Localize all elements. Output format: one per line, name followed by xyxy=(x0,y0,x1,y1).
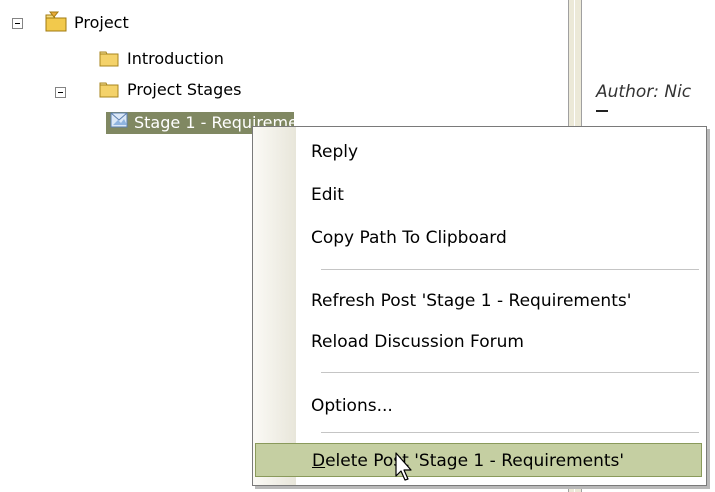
collapse-project-stages-toggle[interactable] xyxy=(55,87,66,98)
truncated-text-fragment xyxy=(596,110,608,118)
tree-node-project[interactable]: Project xyxy=(74,13,129,33)
menu-item-edit[interactable]: Edit xyxy=(299,178,699,212)
menu-separator xyxy=(321,269,699,270)
folder-icon xyxy=(99,81,119,103)
post-icon xyxy=(110,112,128,134)
collapse-project-toggle[interactable] xyxy=(12,18,23,29)
mouse-pointer-icon xyxy=(395,452,415,486)
folder-icon xyxy=(99,50,119,72)
menu-item-reload-forum[interactable]: Reload Discussion Forum xyxy=(299,325,699,359)
menu-item-delete-post[interactable]: Delete Post 'Stage 1 - Requirements' xyxy=(255,443,702,477)
menu-item-delete-mnemonic: D xyxy=(312,451,326,471)
tree-node-introduction[interactable]: Introduction xyxy=(127,49,224,69)
menu-item-options[interactable]: Options... xyxy=(299,389,699,423)
project-folder-icon xyxy=(44,11,68,37)
menu-separator xyxy=(321,372,699,373)
menu-item-refresh-post[interactable]: Refresh Post 'Stage 1 - Requirements' xyxy=(299,284,699,318)
context-menu: Reply Edit Copy Path To Clipboard Refres… xyxy=(252,126,707,486)
menu-item-copy-path[interactable]: Copy Path To Clipboard xyxy=(299,221,699,255)
menu-separator xyxy=(321,432,699,433)
author-label: Author: Nic xyxy=(596,82,692,102)
menu-item-reply[interactable]: Reply xyxy=(299,135,699,169)
tree-node-project-stages[interactable]: Project Stages xyxy=(127,80,241,100)
menu-item-delete-label: elete Post 'Stage 1 - Requirements' xyxy=(325,451,625,471)
menu-icon-gutter xyxy=(253,127,296,485)
